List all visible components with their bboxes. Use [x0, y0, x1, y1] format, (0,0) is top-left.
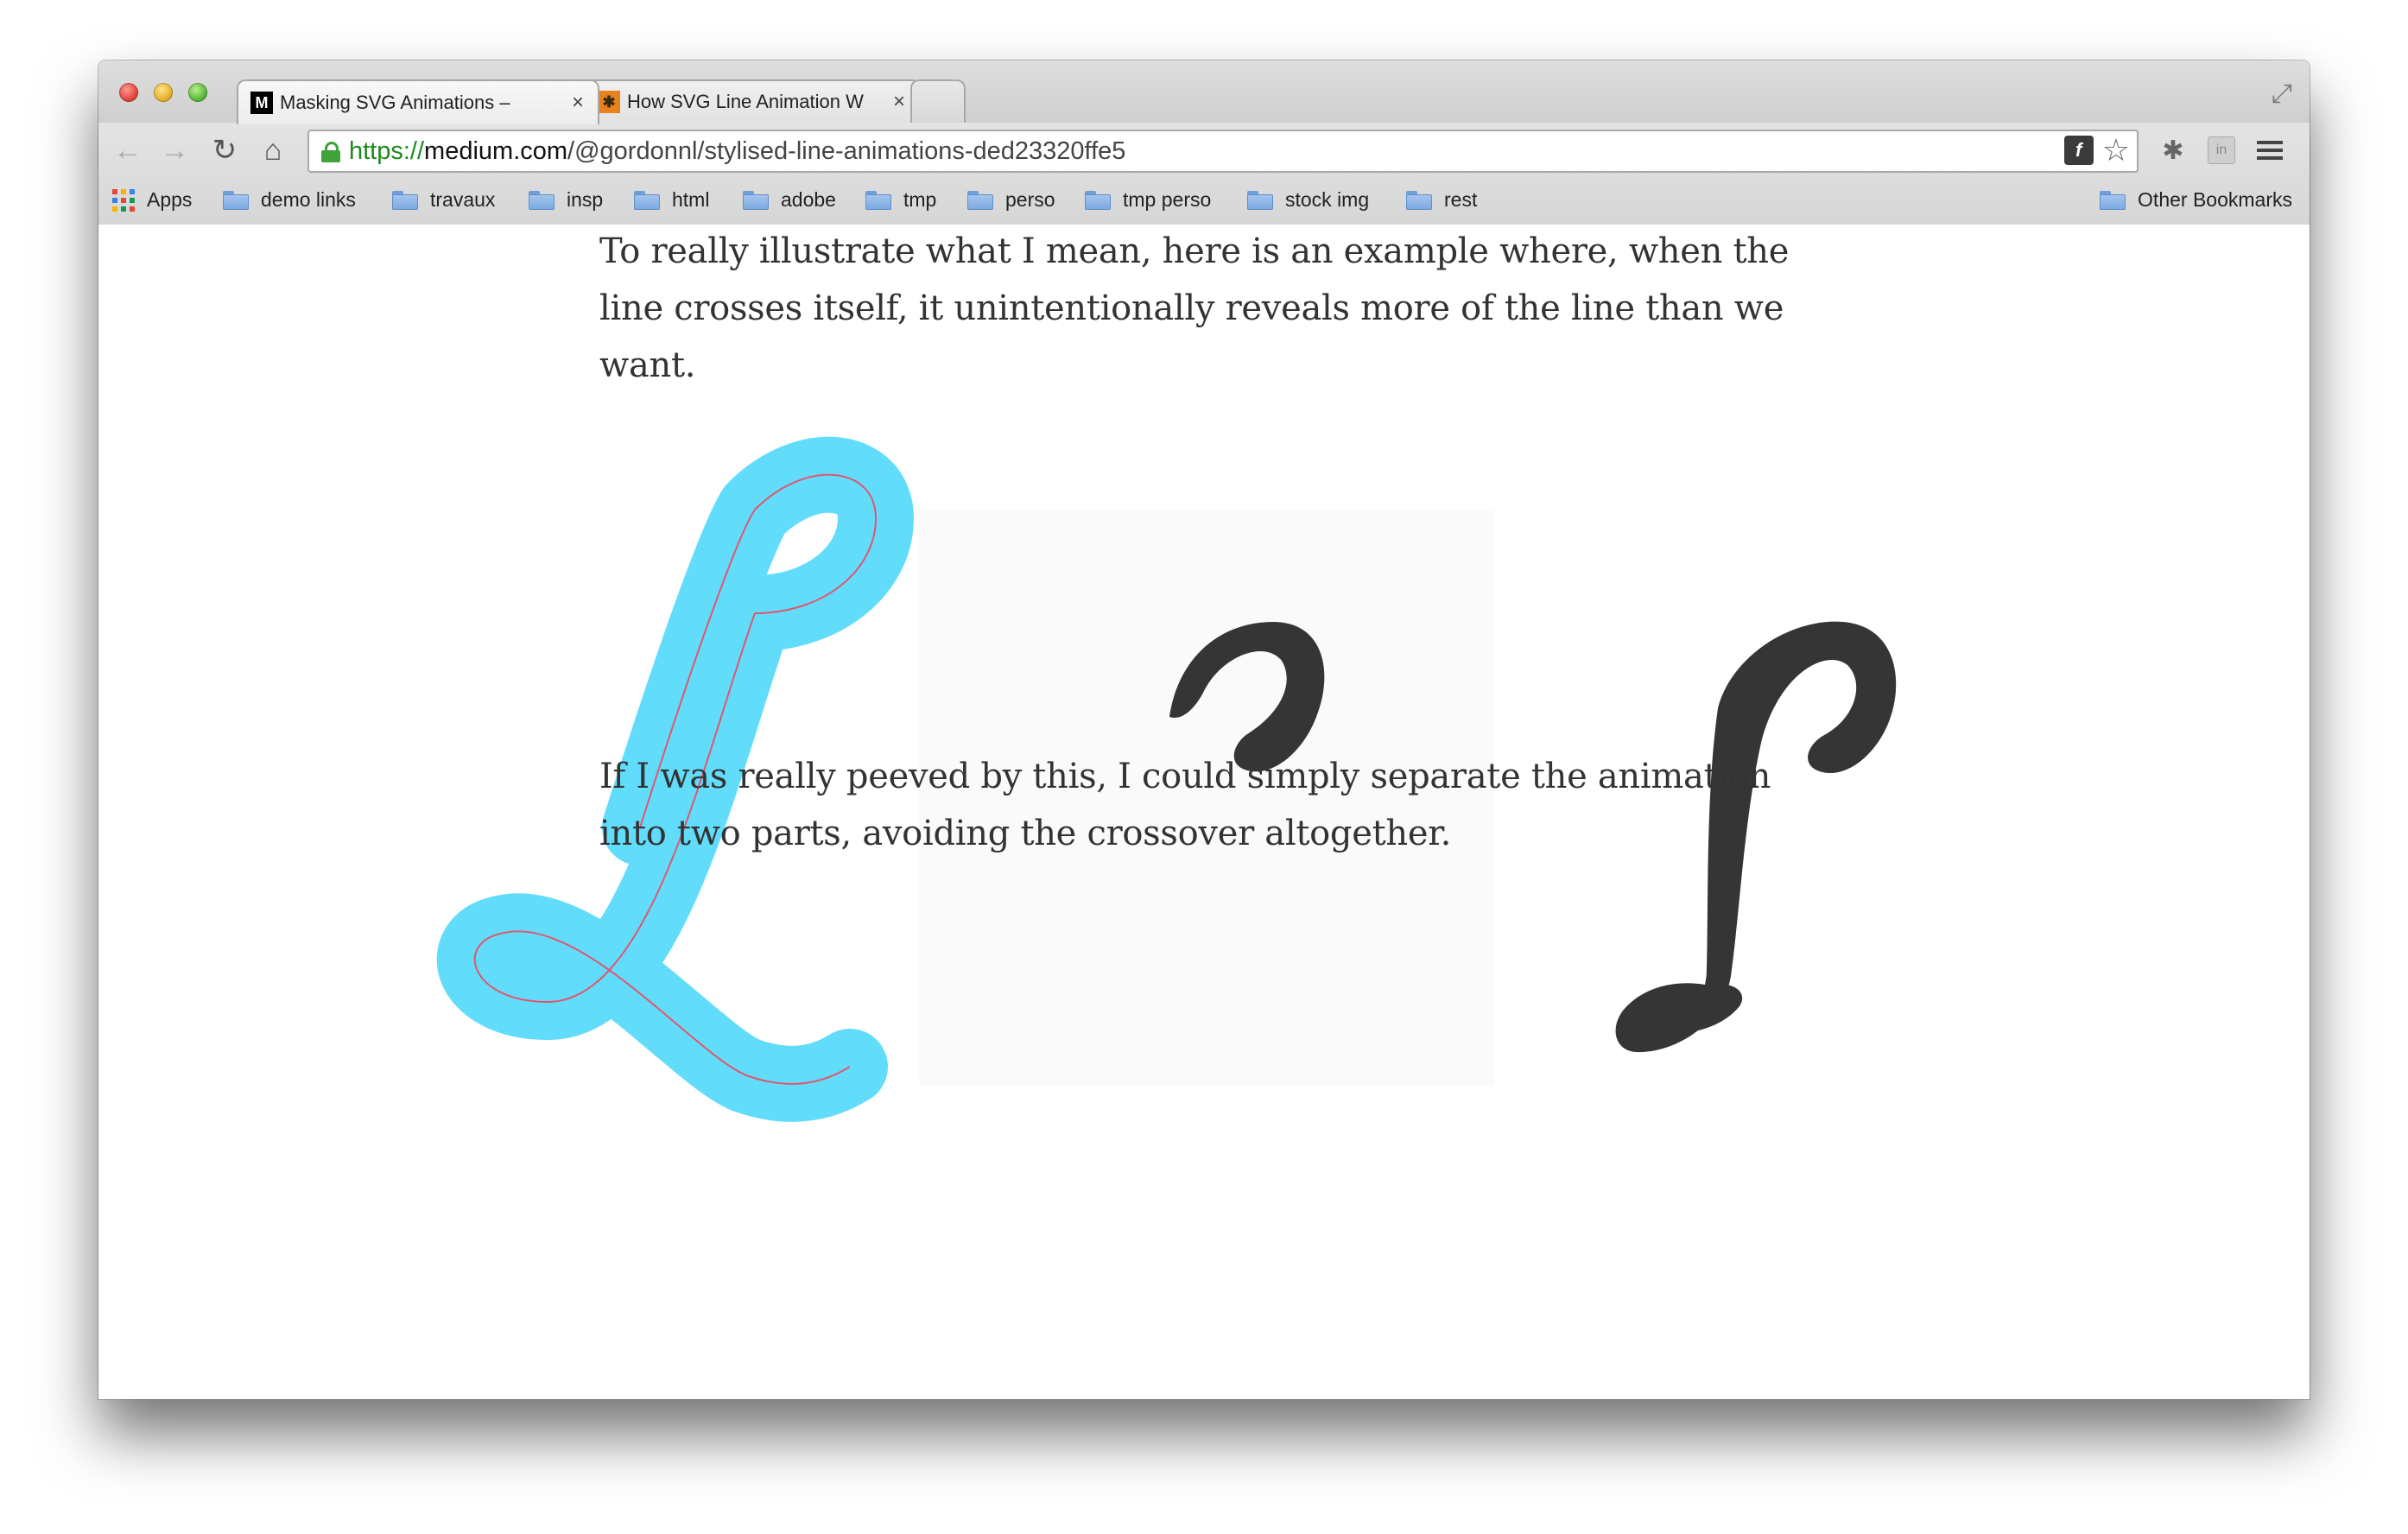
bookmark-folder-tmp[interactable]: tmp: [865, 188, 936, 212]
tab-title: How SVG Line Animation W: [627, 91, 864, 112]
other-bookmarks-folder[interactable]: Other Bookmarks: [2100, 188, 2292, 212]
tab-close-icon[interactable]: ×: [572, 91, 584, 115]
medium-logo-icon: M: [250, 92, 273, 114]
bookmark-label: perso: [1005, 188, 1055, 211]
folder-icon: [392, 190, 418, 210]
tab-title: Masking SVG Animations –: [280, 92, 510, 113]
bookmark-label: Apps: [147, 188, 193, 211]
bookmark-folder-perso[interactable]: perso: [967, 188, 1055, 212]
forward-arrow-icon[interactable]: →: [155, 131, 193, 169]
zoom-window-button[interactable]: [188, 83, 207, 102]
bookmark-folder-demo-links[interactable]: demo links: [223, 188, 356, 212]
browser-window: M Masking SVG Animations – × ✱ How SVG L…: [98, 60, 2310, 1399]
bookmarks-bar: Apps demo links travaux insp html adobe …: [98, 180, 2310, 223]
bookmark-label: insp: [567, 188, 604, 211]
url-separator: ://: [402, 136, 425, 165]
toolbar: ← → ↻ ⌂ https://medium.com/@gordonnl/sty…: [98, 123, 2310, 180]
folder-icon: [865, 190, 891, 210]
url-path: /@gordonnl/stylised-line-animations-ded2…: [567, 136, 1126, 165]
folder-icon: [967, 190, 993, 210]
menu-icon[interactable]: [2253, 135, 2287, 166]
bookmark-folder-travaux[interactable]: travaux: [392, 188, 495, 212]
bookmark-label: adobe: [781, 188, 836, 211]
bookmark-folder-rest[interactable]: rest: [1406, 188, 1477, 212]
extension-in-icon[interactable]: in: [2204, 135, 2239, 166]
site-favicon-icon: ✱: [598, 91, 620, 113]
bookmark-apps[interactable]: Apps: [112, 188, 192, 212]
apps-grid-icon: [112, 188, 135, 212]
tab-svg-line-animation[interactable]: ✱ How SVG Line Animation W ×: [584, 79, 921, 123]
folder-icon: [223, 190, 249, 210]
bookmark-label: rest: [1444, 188, 1478, 211]
tab-strip: M Masking SVG Animations – × ✱ How SVG L…: [98, 60, 2310, 124]
back-arrow-icon[interactable]: ←: [109, 131, 147, 169]
address-bar[interactable]: https://medium.com/@gordonnl/stylised-li…: [307, 130, 2139, 173]
tab-close-icon[interactable]: ×: [893, 90, 905, 114]
bookmark-label: tmp: [903, 188, 937, 211]
bookmark-label: stock img: [1285, 188, 1370, 211]
line-animation-figure: [436, 436, 1897, 1122]
new-tab-button[interactable]: [910, 79, 966, 123]
bookmark-label: demo links: [261, 188, 356, 211]
tab-masking-svg[interactable]: M Masking SVG Animations – ×: [237, 79, 599, 124]
folder-icon: [2100, 190, 2126, 210]
reload-icon[interactable]: ↻: [206, 131, 244, 169]
fullscreen-icon[interactable]: ⤢: [2272, 79, 2292, 109]
folder-icon: [529, 190, 554, 210]
folder-icon: [634, 190, 660, 210]
close-window-button[interactable]: [119, 83, 138, 102]
bookmark-label: Other Bookmarks: [2138, 188, 2292, 211]
page-content: To really illustrate what I mean, here i…: [98, 225, 2310, 1399]
bookmark-folder-tmp-perso[interactable]: tmp perso: [1085, 188, 1211, 212]
bookmark-star-icon[interactable]: ☆: [2102, 135, 2130, 166]
bookmark-label: html: [672, 188, 710, 211]
url-scheme: https: [349, 136, 403, 165]
bookmark-label: travaux: [430, 188, 496, 211]
url-host: medium.com: [424, 136, 568, 165]
bookmark-label: tmp perso: [1123, 188, 1212, 211]
lock-icon: [321, 142, 340, 162]
article-paragraph: If I was really peeved by this, I could …: [599, 757, 1771, 853]
folder-icon: [1406, 190, 1432, 210]
bookmark-folder-adobe[interactable]: adobe: [743, 188, 836, 212]
minimize-window-button[interactable]: [154, 83, 173, 102]
folder-icon: [1247, 190, 1273, 210]
bookmark-folder-insp[interactable]: insp: [529, 188, 603, 212]
folder-icon: [743, 190, 769, 210]
browser-chrome: M Masking SVG Animations – × ✱ How SVG L…: [98, 60, 2310, 226]
flash-plugin-icon[interactable]: f: [2063, 136, 2094, 165]
extension-bug-icon[interactable]: ✱: [2156, 135, 2190, 166]
bookmark-folder-html[interactable]: html: [634, 188, 709, 212]
bookmark-folder-stock-img[interactable]: stock img: [1247, 188, 1369, 212]
home-icon[interactable]: ⌂: [254, 131, 292, 169]
folder-icon: [1085, 190, 1111, 210]
